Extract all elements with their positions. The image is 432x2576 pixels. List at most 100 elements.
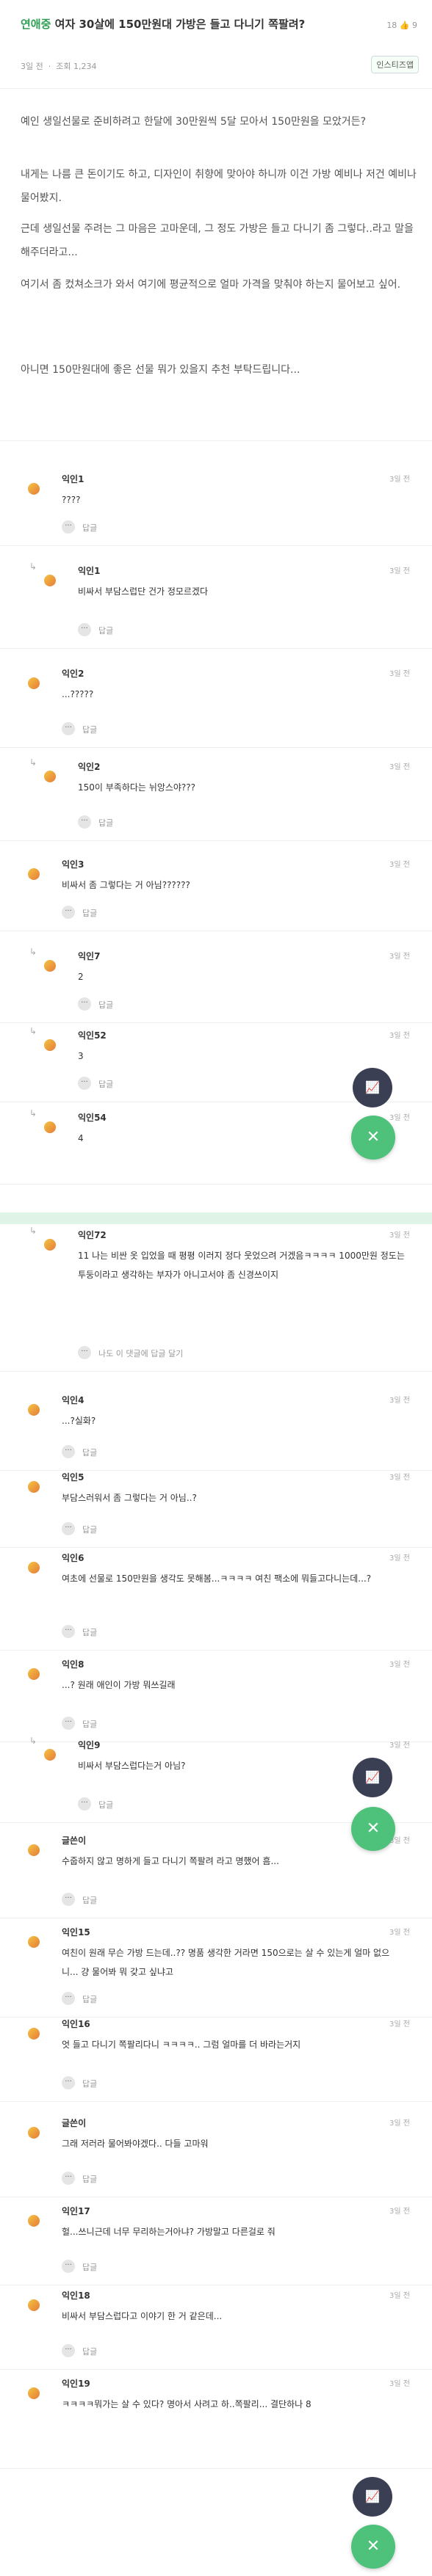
more-options-icon[interactable]: ··· [78, 997, 91, 1011]
more-options-icon[interactable]: ··· [62, 1717, 75, 1730]
divider [0, 2468, 432, 2469]
reply-link[interactable]: 답글 [98, 1078, 113, 1090]
comment: ↳ 익인1 3일 전 비싸서 부담스럽단 건가 정모르겠다 ··· 답글 [29, 561, 417, 642]
divider [0, 1184, 432, 1185]
chart-button[interactable]: 📈 [353, 1758, 392, 1797]
more-options-icon[interactable]: ··· [62, 2172, 75, 2185]
comment: 익인4 3일 전 ...?실화? ··· 답글 [21, 1391, 417, 1464]
comment-time: 3일 전 [389, 1661, 410, 1669]
reply-link[interactable]: 답글 [82, 1524, 97, 1535]
post-paragraph: 아니면 150만원대에 좋은 선물 뭐가 있을지 추천 부탁드립니다... [21, 364, 300, 376]
more-options-icon[interactable]: ··· [62, 520, 75, 534]
comment-author: 글쓴이 [62, 2118, 87, 2128]
avatar [28, 2028, 40, 2040]
comment-text: 엇 들고 다니기 쪽팔리다니 ㅋㅋㅋㅋ.. 그럼 얼마를 더 바라는거지 [62, 2040, 301, 2050]
reply-link[interactable]: 답글 [82, 1718, 97, 1730]
comment-text: 비싸서 부담스럽다고 이야기 한 거 같은데... [62, 2311, 223, 2321]
reply-link[interactable]: 답글 [82, 907, 97, 919]
avatar [28, 2387, 40, 2399]
divider [0, 1547, 432, 1548]
comment: 익인16 3일 전엇 들고 다니기 쪽팔리다니 ㅋㅋㅋㅋ.. 그럼 얼마를 더 바… [21, 2015, 417, 2095]
post-paragraph: 내게는 나름 큰 돈이기도 하고, 디자인이 취향에 맞아야 하니까 이건 가방… [21, 169, 417, 204]
comment-author: 익인2 [62, 669, 84, 679]
post-views: 조회 1,234 [56, 62, 97, 71]
app-button[interactable]: 인스티즈앱 [371, 56, 419, 73]
comment-time: 3일 전 [389, 1231, 410, 1240]
post-stats: 18 👍 9 [386, 21, 417, 30]
reply-hook-icon: ↳ [29, 1026, 37, 1036]
comment-author: 익인17 [62, 2206, 90, 2216]
comment-author: 익인7 [78, 951, 101, 961]
post-paragraph: 근데 생일선물 주려는 그 마음은 고마운데, 그 정도 가방은 들고 다니기 … [21, 223, 414, 258]
comment-time: 3일 전 [389, 2020, 410, 2029]
reply-link[interactable]: 답글 [82, 1894, 97, 1906]
comment-time: 3일 전 [389, 2292, 410, 2300]
comment-author: 글쓴이 [62, 1835, 87, 1846]
chart-button[interactable]: 📈 [353, 2477, 392, 2517]
reply-link[interactable]: 답글 [98, 625, 113, 636]
reply-link[interactable]: 답글 [98, 1799, 113, 1811]
collapse-button[interactable]: ✕ [351, 2525, 395, 2569]
collapse-button[interactable]: ✕ [351, 1807, 395, 1851]
comment-time: 3일 전 [389, 2380, 410, 2388]
divider [0, 747, 432, 748]
reply-link[interactable]: 답글 [98, 999, 113, 1011]
comment: 글쓴이 3일 전 그래 저러라 물어봐야겠다.. 다들 고마워 ··· 답글 [21, 2114, 417, 2191]
more-options-icon[interactable]: ··· [62, 1522, 75, 1535]
avatar [28, 483, 40, 495]
reply-hook-icon: ↳ [29, 1736, 37, 1746]
more-options-icon[interactable]: ··· [62, 722, 75, 735]
more-options-icon[interactable]: ··· [62, 2344, 75, 2357]
reply-link[interactable]: 답글 [82, 2346, 97, 2357]
more-options-icon[interactable]: ··· [78, 1346, 91, 1359]
scroll-banner [0, 1212, 432, 1224]
more-options-icon[interactable]: ··· [78, 623, 91, 636]
reply-link[interactable]: 답글 [82, 1626, 97, 1638]
divider [0, 840, 432, 841]
comment-author: 익인6 [62, 1553, 84, 1563]
more-options-icon[interactable]: ··· [62, 2076, 75, 2089]
avatar [28, 868, 40, 880]
more-options-icon[interactable]: ··· [62, 1625, 75, 1638]
avatar [28, 677, 40, 689]
comment: ↳ 익인7 3일 전 2 ··· 답글 [29, 947, 417, 1016]
comment-time: 3일 전 [389, 1114, 410, 1122]
reply-hook-icon: ↳ [29, 1226, 37, 1236]
more-options-icon[interactable]: ··· [78, 815, 91, 829]
comment-text: ...????? [62, 689, 94, 699]
reply-link[interactable]: 답글 [82, 522, 97, 534]
collapse-button[interactable]: ✕ [351, 1116, 395, 1160]
comment: 익인1 3일 전???? ··· 답글 [21, 470, 417, 539]
divider [0, 1650, 432, 1651]
comment-author: 익인4 [62, 1395, 84, 1405]
more-options-icon[interactable]: ··· [62, 2260, 75, 2273]
reply-link[interactable]: 답글 [82, 1993, 97, 2005]
reply-link[interactable]: 답글 [82, 2173, 97, 2185]
avatar [28, 1404, 40, 1416]
more-options-icon[interactable]: ··· [62, 906, 75, 919]
more-options-icon[interactable]: ··· [62, 1893, 75, 1906]
reply-link[interactable]: 답글 [82, 2261, 97, 2273]
comment-time: 3일 전 [389, 567, 410, 575]
more-options-icon[interactable]: ··· [62, 1445, 75, 1458]
comment-time: 3일 전 [389, 861, 410, 869]
reply-link[interactable]: 나도 이 댓글에 답글 달기 [98, 1347, 183, 1359]
more-options-icon[interactable]: ··· [78, 1797, 91, 1811]
chart-button[interactable]: 📈 [353, 1068, 392, 1107]
comment: 익인5 3일 전 부담스러워서 좀 그렇다는 거 아님..? ··· 답글 [21, 1468, 417, 1541]
category-badge[interactable]: 연애중 [21, 18, 51, 31]
comment-text: ???? [62, 495, 81, 505]
comment-time: 3일 전 [389, 953, 410, 961]
reply-link[interactable]: 답글 [82, 1447, 97, 1458]
avatar [44, 771, 56, 782]
reply-link[interactable]: 답글 [82, 2078, 97, 2089]
reply-link[interactable]: 답글 [98, 817, 113, 829]
comment-text: 헐...쓰니근데 너무 무리하는거아냐? 가방말고 다른걸로 줘 [62, 2227, 276, 2237]
comment-text: ㅋㅋㅋㅋ뭐가는 살 수 있다? 명아서 사려고 하..쪽팔리... 결단하나 8 [62, 2399, 312, 2409]
divider [0, 1371, 432, 1372]
reply-link[interactable]: 답글 [82, 724, 97, 735]
avatar [44, 1239, 56, 1251]
more-options-icon[interactable]: ··· [78, 1077, 91, 1090]
more-options-icon[interactable]: ··· [62, 1992, 75, 2005]
divider [0, 440, 432, 441]
